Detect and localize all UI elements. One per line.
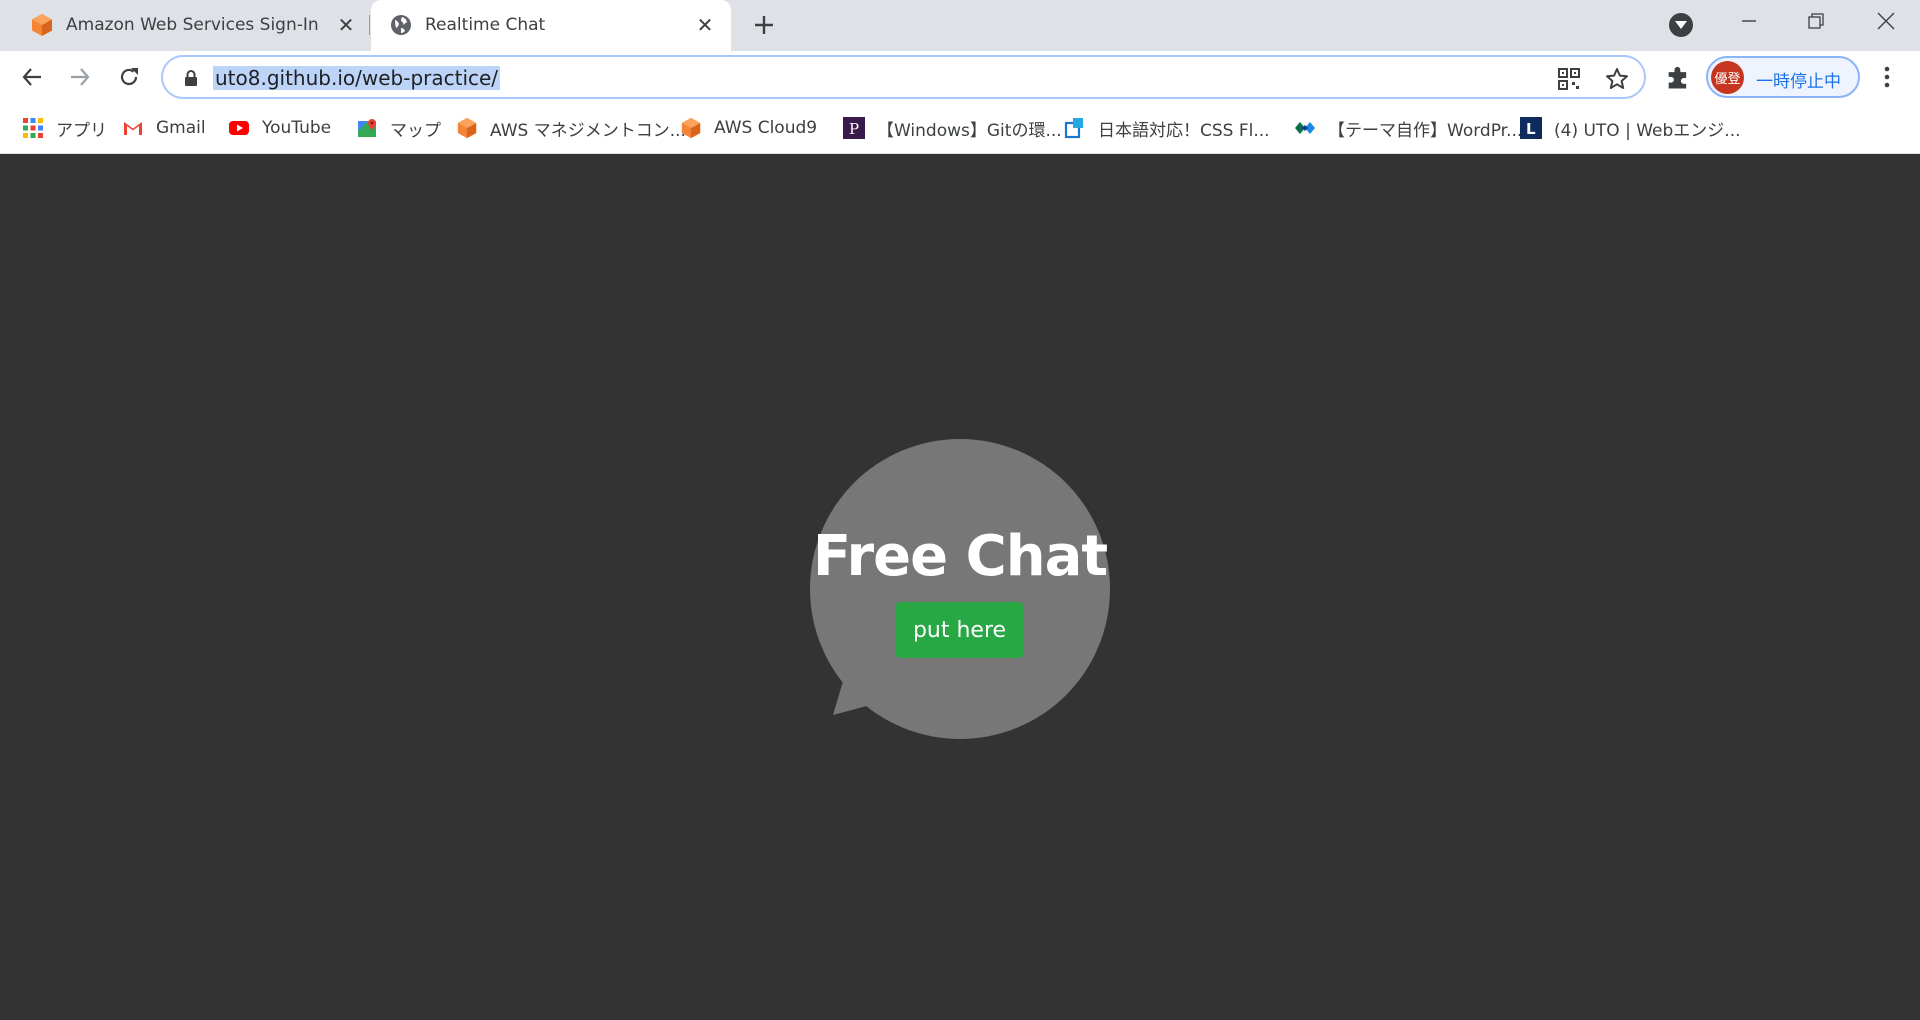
l-logo-icon: L xyxy=(1520,117,1542,139)
bookmark-wordpress-theme[interactable]: 【テーマ自作】WordPr... xyxy=(1294,114,1522,142)
bookmark-star-button[interactable] xyxy=(1604,66,1630,92)
star-icon xyxy=(1606,68,1628,89)
tab-aws-sign-in[interactable]: Amazon Web Services Sign-In ✕ xyxy=(0,0,368,51)
plus-icon xyxy=(755,16,773,34)
bookmark-css-flex[interactable]: 日本語対応！CSS Fl... xyxy=(1064,114,1270,142)
arrow-right-icon xyxy=(71,68,90,86)
qr-code-button[interactable] xyxy=(1556,66,1582,92)
apps-grid-icon xyxy=(23,118,43,138)
kebab-menu-icon[interactable] xyxy=(1875,64,1899,90)
page-content: Free Chat put here xyxy=(0,154,1920,1020)
diamond-logo-icon xyxy=(1295,122,1315,134)
bookmark-label: YouTube xyxy=(262,118,332,138)
aws-cube-icon xyxy=(681,117,701,139)
bookmark-label: AWS マネジメントコン... xyxy=(490,120,686,141)
gmail-icon xyxy=(124,122,142,135)
browser-toolbar: uto8.github.io/web-practice/ 優登 一時停止中 xyxy=(0,51,1920,103)
reload-icon xyxy=(120,68,138,86)
bookmark-label: 【Windows】Gitの環... xyxy=(877,120,1062,141)
p-logo-icon: P xyxy=(843,117,865,139)
close-tab-icon[interactable]: ✕ xyxy=(692,12,718,38)
arrow-left-icon xyxy=(22,68,41,86)
bookmark-youtube[interactable]: YouTube xyxy=(228,114,331,142)
tab-strip: Amazon Web Services Sign-In ✕ Realtime C… xyxy=(0,0,1920,51)
bookmark-maps[interactable]: マップ xyxy=(356,114,441,142)
minimize-button[interactable] xyxy=(1715,0,1783,42)
bookmark-label: AWS Cloud9 xyxy=(714,118,818,138)
bookmark-label: Gmail xyxy=(156,118,206,138)
aws-cube-icon xyxy=(457,117,477,139)
new-tab-button[interactable] xyxy=(749,10,779,40)
chevron-down-icon xyxy=(1675,21,1687,29)
bookmark-label: 日本語対応！CSS Fl... xyxy=(1098,120,1270,141)
bookmark-aws-cloud9[interactable]: AWS Cloud9 xyxy=(680,114,817,142)
tab-separator xyxy=(369,15,370,35)
address-bar[interactable]: uto8.github.io/web-practice/ xyxy=(161,55,1646,99)
url-text[interactable]: uto8.github.io/web-practice/ xyxy=(213,66,501,90)
bookmark-label: アプリ xyxy=(56,120,107,141)
bookmark-uto[interactable]: L (4) UTO | Webエンジ... xyxy=(1520,114,1741,142)
bookmarks-bar: アプリ Gmail YouTube マップ AWS マネジメントコン... AW… xyxy=(0,103,1920,154)
lock-icon[interactable] xyxy=(182,69,200,87)
restore-icon xyxy=(1808,13,1824,29)
close-icon xyxy=(1877,12,1895,30)
qr-code-icon xyxy=(1558,68,1580,90)
avatar: 優登 xyxy=(1711,61,1744,94)
bookmark-label: (4) UTO | Webエンジ... xyxy=(1554,120,1741,141)
close-tab-icon[interactable]: ✕ xyxy=(333,12,359,38)
put-here-button[interactable]: put here xyxy=(896,602,1023,658)
aws-cube-icon xyxy=(32,14,52,36)
forward-button[interactable] xyxy=(65,62,95,92)
profile-button[interactable]: 優登 一時停止中 xyxy=(1706,56,1860,98)
globe-icon xyxy=(391,15,411,35)
bookmark-aws-console[interactable]: AWS マネジメントコン... xyxy=(456,114,686,142)
bookmark-label: 【テーマ自作】WordPr... xyxy=(1328,120,1523,141)
bookmark-windows-git[interactable]: P 【Windows】Gitの環... xyxy=(843,114,1062,142)
tab-title: Amazon Web Services Sign-In xyxy=(66,15,319,35)
reload-button[interactable] xyxy=(114,62,144,92)
profile-status-label: 一時停止中 xyxy=(1756,72,1841,92)
close-window-button[interactable] xyxy=(1852,0,1920,42)
square-logo-icon xyxy=(1064,118,1083,139)
tab-realtime-chat[interactable]: Realtime Chat ✕ xyxy=(371,0,731,51)
bookmark-gmail[interactable]: Gmail xyxy=(122,114,206,142)
bookmark-label: マップ xyxy=(390,120,441,141)
back-button[interactable] xyxy=(17,62,47,92)
youtube-icon xyxy=(229,121,249,135)
restore-button[interactable] xyxy=(1782,0,1850,42)
svg-text:P: P xyxy=(849,120,859,138)
bookmark-apps[interactable]: アプリ xyxy=(22,114,107,142)
minimize-icon xyxy=(1742,20,1756,22)
maps-icon xyxy=(358,119,376,137)
tab-search-button[interactable] xyxy=(1669,13,1693,37)
tab-title: Realtime Chat xyxy=(425,15,546,35)
speech-bubble xyxy=(810,439,1110,739)
svg-text:L: L xyxy=(1526,120,1536,138)
puzzle-extensions-icon[interactable] xyxy=(1664,64,1692,92)
page-title: Free Chat xyxy=(812,524,1108,589)
